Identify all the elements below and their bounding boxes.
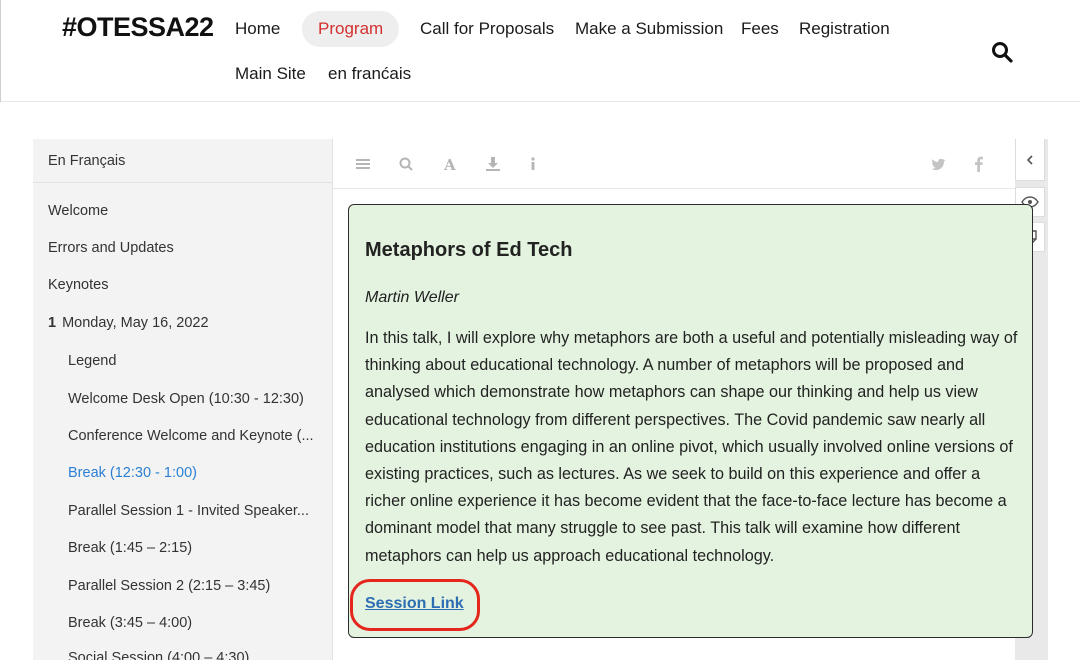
page: #OTESSA22 Home Program Call for Proposal… <box>0 0 1080 660</box>
toc-item-break-2[interactable]: Break (1:45 – 2:15) <box>68 540 318 556</box>
facebook-icon[interactable] <box>971 156 987 172</box>
session-speaker: Martin Weller <box>365 289 459 306</box>
nav-make-a-submission[interactable]: Make a Submission <box>575 19 723 39</box>
session-abstract: In this talk, I will explore why metapho… <box>365 329 1018 565</box>
toc-item-legend[interactable]: Legend <box>68 353 318 369</box>
nav-main-site[interactable]: Main Site <box>235 64 306 84</box>
toc-item-break-3[interactable]: Break (3:45 – 4:00) <box>68 615 318 631</box>
toc-chapter-label: Monday, May 16, 2022 <box>62 315 209 331</box>
toc-icon[interactable] <box>355 156 371 172</box>
site-logo[interactable]: #OTESSA22 <box>62 12 214 43</box>
info-icon[interactable] <box>525 156 541 172</box>
font-icon[interactable]: A <box>442 156 458 172</box>
left-divider <box>0 0 1 102</box>
search-icon[interactable] <box>990 40 1014 64</box>
nav-fees[interactable]: Fees <box>741 19 779 39</box>
chevron-left-icon <box>1026 154 1033 165</box>
nav-registration[interactable]: Registration <box>799 19 890 39</box>
toc-item-errors-updates[interactable]: Errors and Updates <box>48 240 174 256</box>
toc-item-parallel-session-2[interactable]: Parallel Session 2 (2:15 – 3:45) <box>68 578 318 594</box>
nav-call-for-proposals[interactable]: Call for Proposals <box>420 19 554 39</box>
nav-home[interactable]: Home <box>235 19 280 39</box>
toc-item-monday[interactable]: 1 Monday, May 16, 2022 <box>48 315 209 331</box>
reader-toolbar: A <box>333 139 1016 189</box>
toc-chapter-number: 1 <box>48 315 57 331</box>
session-link[interactable]: Session Link <box>365 595 464 613</box>
toc-item-social-session[interactable]: Social Session (4:00 – 4:30) <box>68 650 318 660</box>
download-icon[interactable] <box>485 156 501 172</box>
search-icon[interactable] <box>398 156 414 172</box>
site-header: #OTESSA22 Home Program Call for Proposal… <box>0 0 1080 102</box>
collapse-panel-button[interactable] <box>1015 139 1045 181</box>
nav-en-francais[interactable]: en franćais <box>328 64 411 84</box>
toc-item-keynotes[interactable]: Keynotes <box>48 277 108 293</box>
toc-item-parallel-session-1[interactable]: Parallel Session 1 - Invited Speaker... <box>68 503 318 519</box>
toc-item-break-current[interactable]: Break (12:30 - 1:00) <box>68 465 318 481</box>
toc-item-conference-welcome[interactable]: Conference Welcome and Keynote (... <box>68 428 318 444</box>
table-of-contents: En Français Welcome Errors and Updates K… <box>33 139 333 660</box>
twitter-icon[interactable] <box>930 156 946 172</box>
nav-program[interactable]: Program <box>302 11 400 47</box>
toc-french-link[interactable]: En Français <box>33 139 332 183</box>
toc-item-welcome[interactable]: Welcome <box>48 203 108 219</box>
session-title: Metaphors of Ed Tech <box>365 239 573 261</box>
toc-item-welcome-desk[interactable]: Welcome Desk Open (10:30 - 12:30) <box>68 391 318 407</box>
session-card: Metaphors of Ed Tech Martin Weller In th… <box>348 204 1033 638</box>
svg-text:A: A <box>443 156 456 172</box>
